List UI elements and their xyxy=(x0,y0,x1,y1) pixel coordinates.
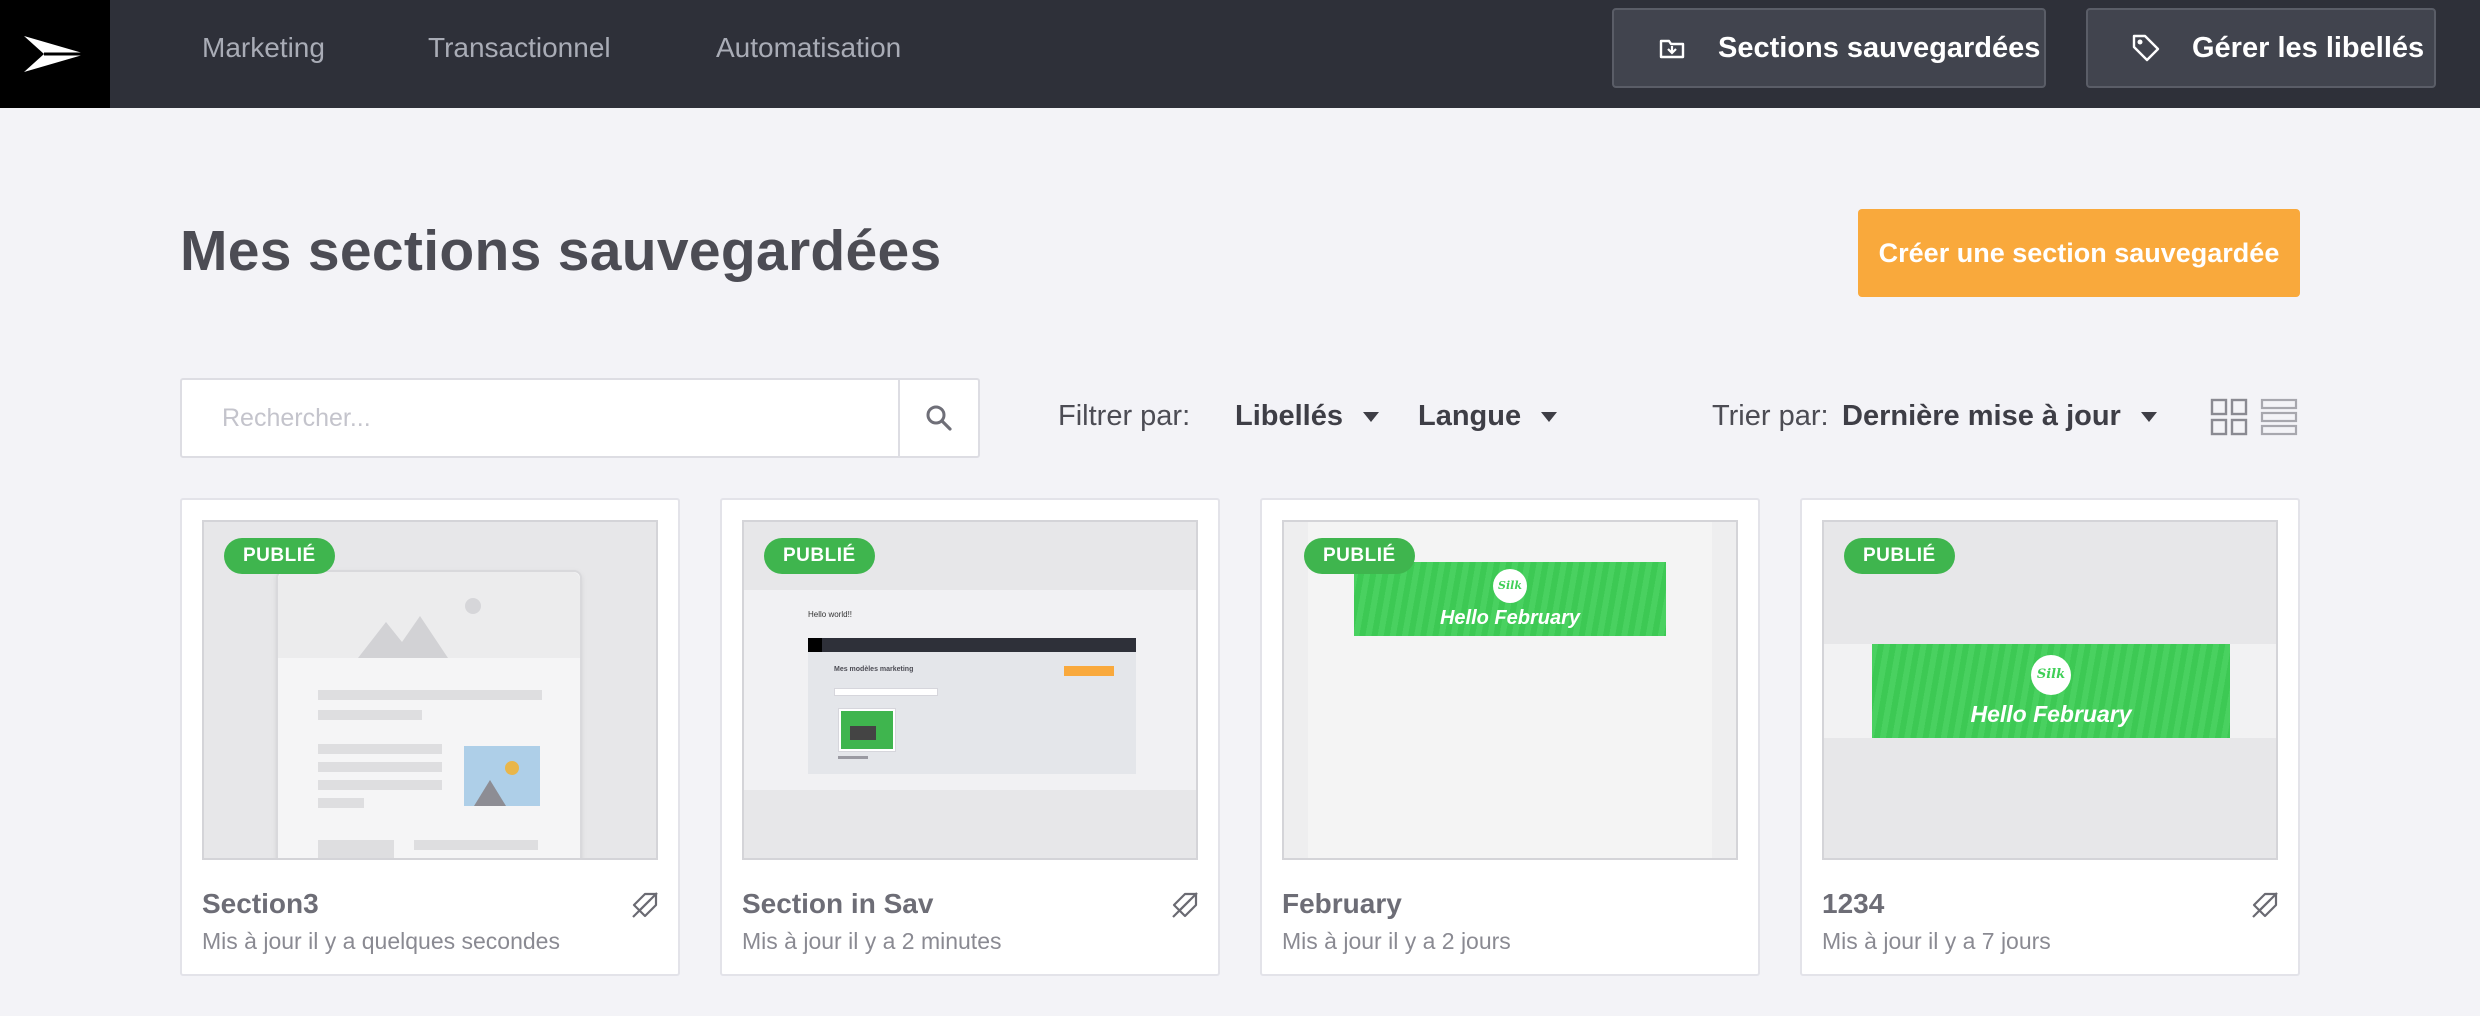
status-badge: PUBLIÉ xyxy=(1844,538,1955,574)
chevron-down-icon xyxy=(2140,411,2157,422)
placeholder-document-illustration xyxy=(276,570,582,858)
label-off-icon[interactable] xyxy=(2250,890,2280,920)
section-preview: PUBLIÉ Silk Hello February xyxy=(1822,520,2278,860)
section-preview: PUBLIÉ Silk Hello February xyxy=(1282,520,1738,860)
nav-tab-transactional[interactable]: Transactionnel xyxy=(428,0,611,108)
section-card[interactable]: PUBLIÉ Hello world!! Mes modèles marketi… xyxy=(720,498,1220,976)
filter-language-value: Langue xyxy=(1418,400,1522,432)
sort-dropdown[interactable]: Dernière mise à jour xyxy=(1842,400,2157,433)
section-title: 1234 xyxy=(1822,888,1885,919)
saved-sections-label: Sections sauvegardées xyxy=(1718,31,2041,64)
paper-plane-icon xyxy=(24,36,86,72)
mountain-icon xyxy=(358,598,481,658)
banner-text: Hello February xyxy=(1439,606,1581,629)
section-preview: PUBLIÉ xyxy=(202,520,658,860)
section-title: Section3 xyxy=(202,888,319,919)
silk-logo: Silk xyxy=(2031,654,2071,695)
search-box xyxy=(180,378,980,458)
nav-tab-marketing[interactable]: Marketing xyxy=(202,0,325,108)
preview-app-title: Mes modèles marketing xyxy=(834,666,914,673)
create-saved-section-button[interactable]: Créer une section sauvegardée xyxy=(1858,209,2300,297)
sort-by-label: Trier par: xyxy=(1712,400,1829,432)
section-title: Section in Sav xyxy=(742,888,934,919)
preview-heading: Hello world!! xyxy=(808,610,853,619)
search-button[interactable] xyxy=(898,380,978,456)
section-updated: Mis à jour il y a 7 jours xyxy=(1822,928,2051,954)
section-preview: PUBLIÉ Hello world!! Mes modèles marketi… xyxy=(742,520,1198,860)
list-view-button[interactable] xyxy=(2260,398,2298,436)
image-placeholder-icon xyxy=(464,746,540,806)
tag-icon xyxy=(2130,32,2162,64)
search-input[interactable] xyxy=(182,380,900,456)
status-badge: PUBLIÉ xyxy=(1304,538,1415,574)
grid-view-button[interactable] xyxy=(2210,398,2248,436)
manage-labels-label: Gérer les libellés xyxy=(2192,31,2425,64)
section-updated: Mis à jour il y a 2 minutes xyxy=(742,928,1002,954)
silk-logo: Silk xyxy=(1493,568,1527,603)
nav-tab-automation[interactable]: Automatisation xyxy=(716,0,901,108)
label-off-icon[interactable] xyxy=(630,890,660,920)
section-card[interactable]: PUBLIÉ Silk Hello February 1234 Mis à jo… xyxy=(1800,498,2300,976)
saved-sections-button[interactable]: Sections sauvegardées xyxy=(1612,8,2046,88)
grid-icon xyxy=(2210,398,2248,436)
section-updated: Mis à jour il y a quelques secondes xyxy=(202,928,560,954)
chevron-down-icon xyxy=(1541,411,1558,422)
search-icon xyxy=(926,405,952,431)
section-updated: Mis à jour il y a 2 jours xyxy=(1282,928,1511,954)
page-title: Mes sections sauvegardées xyxy=(180,219,942,283)
preview-banner: Silk Hello February xyxy=(1872,644,2230,738)
filter-labels-value: Libellés xyxy=(1235,400,1343,432)
section-card[interactable]: PUBLIÉ Section3 Mis à jour il y a quelqu… xyxy=(180,498,680,976)
filter-labels-dropdown[interactable]: Libellés xyxy=(1235,400,1379,433)
filter-language-dropdown[interactable]: Langue xyxy=(1418,400,1558,433)
top-navigation-bar: Marketing Transactionnel Automatisation … xyxy=(0,0,2480,108)
logo[interactable] xyxy=(0,0,110,108)
list-icon xyxy=(2260,398,2298,436)
status-badge: PUBLIÉ xyxy=(224,538,335,574)
status-badge: PUBLIÉ xyxy=(764,538,875,574)
label-off-icon[interactable] xyxy=(1170,890,1200,920)
banner-text: Hello February xyxy=(1970,700,2132,727)
filter-by-label: Filtrer par: xyxy=(1058,400,1191,432)
chevron-down-icon xyxy=(1363,411,1379,422)
sort-value: Dernière mise à jour xyxy=(1842,400,2121,432)
section-title: February xyxy=(1282,888,1402,919)
folder-icon xyxy=(1656,32,1688,64)
manage-labels-button[interactable]: Gérer les libellés xyxy=(2086,8,2436,88)
section-card[interactable]: PUBLIÉ Silk Hello February February Mis … xyxy=(1260,498,1760,976)
app-screenshot-preview: Mes modèles marketing xyxy=(808,638,1136,774)
